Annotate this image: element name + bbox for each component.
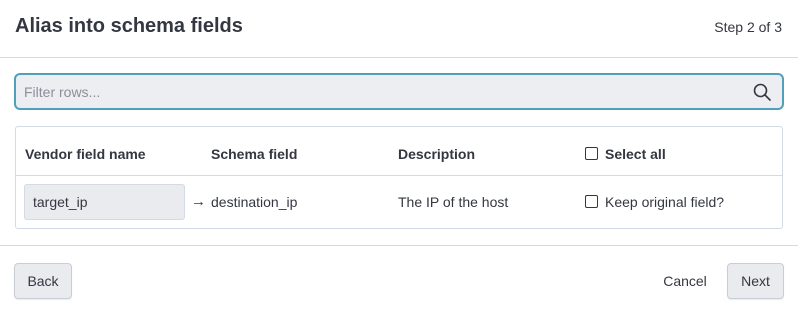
back-button[interactable]: Back — [14, 263, 72, 299]
vendor-field-input[interactable] — [24, 184, 185, 220]
select-all-checkbox[interactable] — [585, 147, 598, 160]
schema-field-value: destination_ip — [211, 194, 298, 210]
column-header-schema: Schema field — [211, 146, 298, 162]
select-all-label[interactable]: Select all — [605, 146, 666, 162]
column-header-description: Description — [398, 146, 476, 162]
description-value: The IP of the host — [398, 194, 509, 210]
dialog-footer: Back Cancel Next — [0, 245, 798, 311]
filter-field[interactable] — [14, 73, 784, 110]
step-indicator: Step 2 of 3 — [714, 19, 782, 35]
arrow-right-icon: → — [191, 193, 206, 210]
column-header-vendor: Vendor field name — [25, 146, 146, 162]
table-header: Vendor field name Schema field Descripti… — [16, 127, 782, 176]
page-title: Alias into schema fields — [15, 15, 243, 37]
keep-original-checkbox[interactable] — [585, 195, 598, 208]
dialog-header: Alias into schema fields Step 2 of 3 — [0, 0, 798, 58]
alias-table: Vendor field name Schema field Descripti… — [15, 126, 783, 229]
filter-rows-input[interactable] — [24, 75, 744, 108]
keep-original-label[interactable]: Keep original field? — [605, 194, 724, 210]
cancel-button[interactable]: Cancel — [652, 263, 718, 299]
next-button[interactable]: Next — [727, 263, 784, 299]
search-icon[interactable] — [752, 82, 772, 102]
